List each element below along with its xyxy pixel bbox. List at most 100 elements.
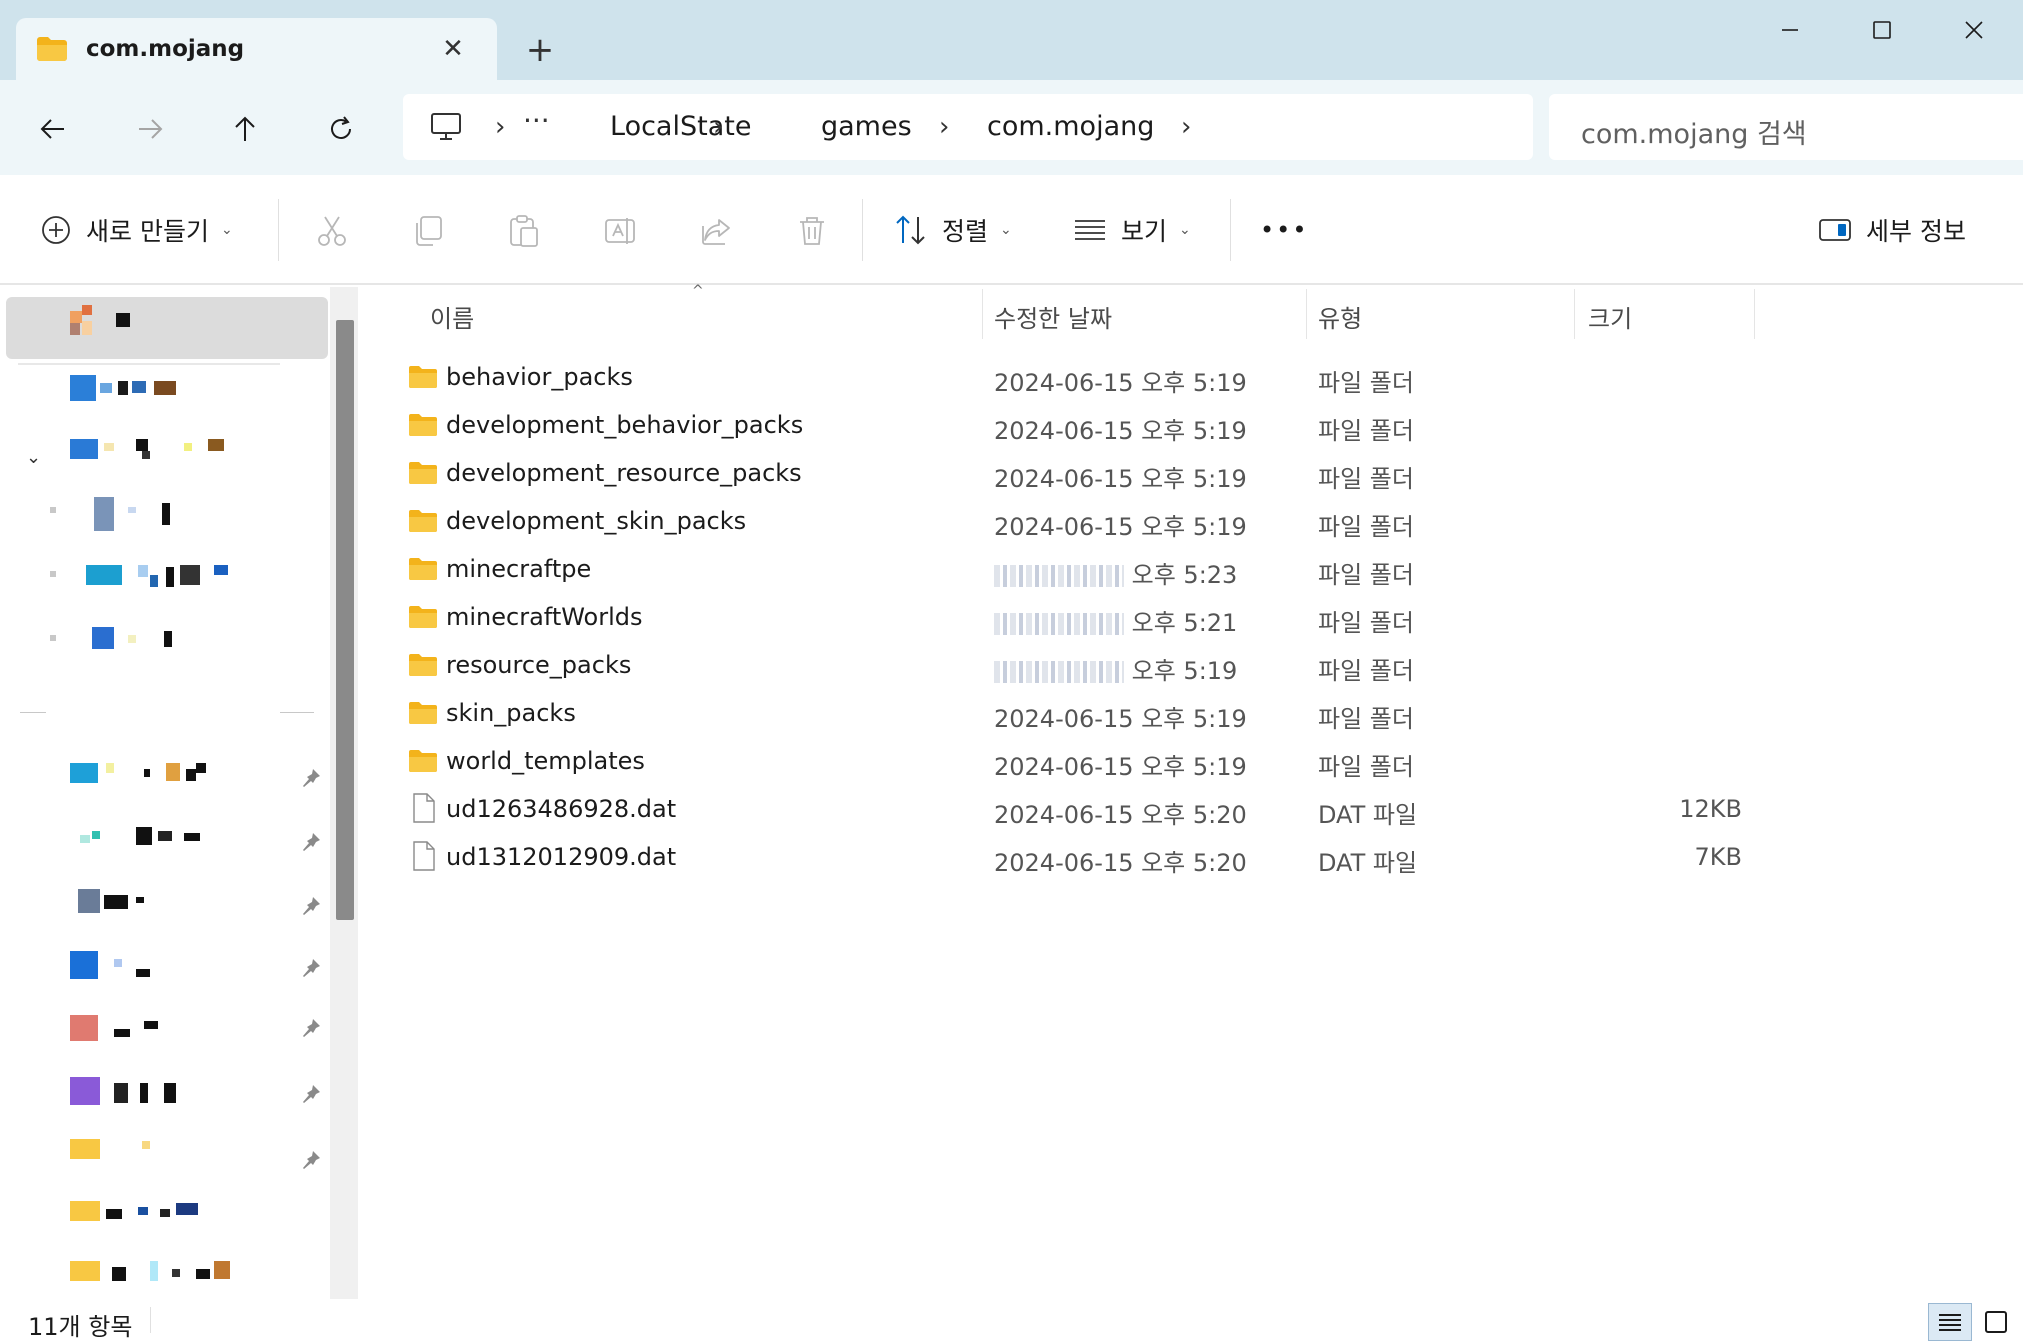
file-name: ud1263486928.dat: [446, 795, 677, 823]
folder-icon: [408, 365, 438, 393]
file-type: 파일 폴더: [1318, 417, 1414, 445]
sidebar-item-pinned[interactable]: [0, 1139, 330, 1179]
breadcrumb-separator[interactable]: ›: [495, 112, 505, 142]
sort-label: 정렬: [942, 217, 989, 246]
toolbar-divider: [278, 199, 279, 261]
pin-icon: [303, 833, 320, 851]
file-type: 파일 폴더: [1318, 609, 1414, 637]
toolbar-divider: [1230, 199, 1231, 261]
file-date-text: 2024-06-15 오후 5:20: [994, 801, 1247, 829]
column-divider[interactable]: [1306, 289, 1307, 339]
breadcrumb-separator[interactable]: ›: [1181, 112, 1191, 142]
file-date: 2024-06-15 오후 5:19: [994, 507, 1247, 542]
sidebar-item[interactable]: [0, 1261, 330, 1301]
delete-button[interactable]: [792, 211, 832, 251]
sidebar-item-pinned[interactable]: [0, 889, 330, 929]
rename-button[interactable]: [600, 211, 640, 251]
cut-button[interactable]: [312, 211, 352, 251]
column-header-type[interactable]: 유형: [1318, 299, 1362, 334]
close-icon: [1965, 21, 1983, 39]
copy-icon: [416, 216, 442, 246]
sidebar-item[interactable]: [0, 565, 300, 605]
minimize-button[interactable]: [1750, 8, 1830, 52]
sidebar-item-pinned[interactable]: [0, 827, 330, 867]
forward-button[interactable]: [125, 104, 175, 154]
folder-icon: [408, 413, 438, 441]
file-name: minecraftpe: [446, 555, 592, 583]
close-window-button[interactable]: [1934, 8, 2014, 52]
column-header-name[interactable]: 이름: [430, 299, 474, 334]
new-button-label: 새로 만들기: [86, 217, 209, 246]
sidebar-scrollbar-thumb[interactable]: [336, 320, 354, 920]
breadcrumb-separator[interactable]: ›: [713, 112, 723, 142]
sidebar-item[interactable]: [0, 375, 300, 415]
column-divider[interactable]: [1754, 289, 1755, 339]
file-size: 12KB: [1679, 795, 1742, 823]
close-tab-button[interactable]: ✕: [436, 32, 470, 66]
share-button[interactable]: [696, 211, 736, 251]
clipboard-icon: [510, 215, 538, 247]
search-box[interactable]: com.mojang 검색: [1549, 94, 2023, 160]
back-button[interactable]: [28, 104, 78, 154]
maximize-icon: [1873, 21, 1891, 39]
maximize-button[interactable]: [1842, 8, 1922, 52]
file-name: world_templates: [446, 747, 645, 775]
sidebar-item-pinned[interactable]: [0, 763, 330, 803]
computer-icon: [429, 110, 463, 148]
refresh-button[interactable]: [316, 104, 366, 154]
navigation-bar: › ··· LocalState › games › com.mojang › …: [0, 80, 2023, 175]
details-view-icon: [1939, 1314, 1961, 1331]
file-name: development_resource_packs: [446, 459, 802, 487]
sidebar-item-pinned[interactable]: [0, 1077, 330, 1117]
sidebar-item[interactable]: [0, 627, 300, 667]
file-date-text: 오후 5:21: [1131, 609, 1238, 637]
address-bar[interactable]: › ··· LocalState › games › com.mojang ›: [403, 94, 1533, 160]
sidebar-item[interactable]: [0, 497, 300, 537]
new-tab-button[interactable]: +: [520, 30, 560, 70]
file-date: 2024-06-15 오후 5:19: [994, 699, 1247, 734]
large-icons-view-button[interactable]: [1974, 1303, 2018, 1341]
see-more-button[interactable]: •••: [1260, 205, 1308, 255]
column-header-modified[interactable]: 수정한 날짜: [994, 299, 1112, 334]
tab-com-mojang[interactable]: com.mojang ✕: [16, 18, 497, 80]
pin-icon: [303, 1019, 320, 1037]
sidebar-item[interactable]: [0, 439, 300, 479]
breadcrumb-games[interactable]: games: [821, 111, 912, 142]
details-pane-button[interactable]: 세부 정보: [1818, 205, 1966, 255]
column-header-size[interactable]: 크기: [1588, 299, 1632, 334]
file-list: ^ 이름 수정한 날짜 유형 크기 behavior_packs 2024-06-…: [362, 283, 2023, 1299]
breadcrumb-com-mojang[interactable]: com.mojang: [987, 111, 1154, 142]
breadcrumb-more-button[interactable]: ···: [523, 104, 550, 137]
sidebar-item[interactable]: [0, 1201, 330, 1241]
folder-icon: [408, 605, 438, 633]
file-date: 2024-06-15 오후 5:19: [994, 411, 1247, 446]
pin-icon: [303, 897, 320, 915]
new-button[interactable]: 새로 만들기 ⌄: [40, 205, 233, 255]
copy-button[interactable]: [408, 211, 448, 251]
sidebar-item-selected[interactable]: [6, 297, 328, 359]
file-size: 7KB: [1694, 843, 1742, 871]
pin-icon: [303, 1151, 320, 1169]
file-date-text: 2024-06-15 오후 5:20: [994, 849, 1247, 877]
folder-icon: [408, 653, 438, 681]
file-row[interactable]: ud1312012909.dat 2024-06-15 오후 5:20 DAT 파일…: [362, 829, 1762, 891]
view-button[interactable]: 보기 ⌄: [1073, 205, 1191, 255]
sidebar-divider: [20, 712, 46, 713]
file-name: development_behavior_packs: [446, 411, 804, 439]
paste-button[interactable]: [504, 211, 544, 251]
pin-icon: [303, 769, 320, 787]
sort-button[interactable]: 정렬 ⌄: [894, 205, 1012, 255]
sidebar-item-pinned[interactable]: [0, 951, 330, 991]
folder-icon: [36, 36, 68, 66]
search-input[interactable]: com.mojang 검색: [1581, 112, 1807, 151]
status-divider: [150, 1307, 151, 1333]
column-divider[interactable]: [982, 289, 983, 339]
details-view-button[interactable]: [1928, 1303, 1972, 1341]
column-divider[interactable]: [1574, 289, 1575, 339]
file-date-text: 오후 5:23: [1131, 561, 1238, 589]
breadcrumb-separator[interactable]: ›: [939, 112, 949, 142]
up-button[interactable]: [220, 104, 270, 154]
sidebar-item-pinned[interactable]: [0, 1015, 330, 1055]
breadcrumb-localstate[interactable]: LocalState: [610, 111, 751, 142]
file-type: DAT 파일: [1318, 801, 1418, 829]
